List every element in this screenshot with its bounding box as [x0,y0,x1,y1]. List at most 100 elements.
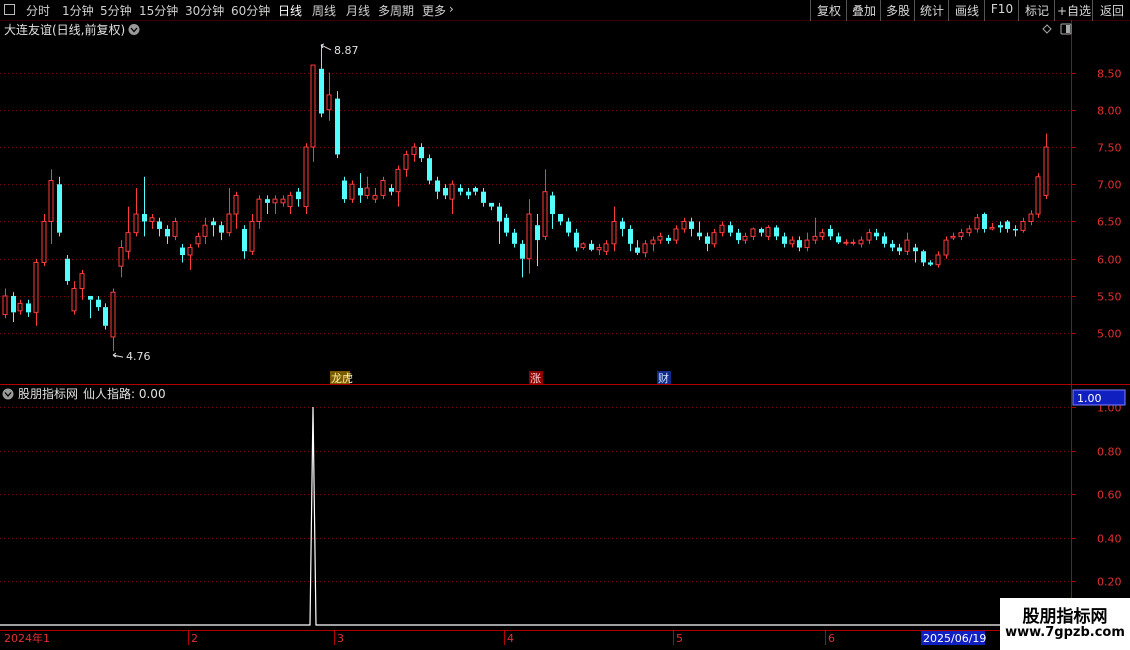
candle [226,187,232,237]
candle [466,187,471,200]
candle [103,303,108,330]
candle [566,217,571,237]
candle [850,239,856,246]
candle [765,225,771,241]
candle [389,184,394,196]
candle [1020,217,1026,233]
candle [804,232,810,252]
high-price-label: 8.87 [334,44,359,57]
indicator-line-label: 仙人指路: 0.00 [83,386,166,401]
candle [149,214,155,229]
candle [88,295,93,319]
marker-cai[interactable]: 财 [657,371,671,385]
candle [742,232,748,244]
candle [133,187,139,237]
candle [504,214,509,237]
candle [358,173,363,203]
candle [79,269,85,300]
low-price-marker: 4.76 [112,350,151,363]
indicator-current-value: 1.00 [1077,392,1102,405]
candle [172,217,178,241]
candle [319,44,324,118]
candle [966,225,972,237]
candle [650,236,656,252]
price-tick-label: 6.50 [1097,216,1122,229]
candle [1035,173,1041,218]
price-tick-label: 5.50 [1097,291,1122,304]
candle [96,295,101,311]
candle [233,191,239,229]
price-tick-label: 8.00 [1097,105,1122,118]
main-chart-title: 大连友谊(日线,前复权) [4,22,125,37]
candle [828,225,833,241]
price-tick-label: 6.00 [1097,254,1122,267]
candle [705,232,710,252]
candle [118,240,124,278]
candle [681,217,687,233]
watermark-url: www.7gpzb.com [1005,625,1125,640]
candle [596,243,602,255]
main-title-dropdown-icon[interactable] [128,24,140,35]
watermark-title: 股朋指标网 [1022,607,1108,627]
candle [642,240,648,258]
candle [326,72,332,121]
indicator-tick-label: 0.20 [1097,576,1122,589]
candle [1013,225,1018,237]
candle [195,232,201,248]
marker-zhang[interactable]: 涨 [529,371,543,385]
candle [928,260,933,267]
candle [866,228,872,244]
candle [395,165,401,207]
candle [673,225,679,244]
candle [819,228,825,241]
candle [897,243,902,255]
marker-cai-label: 财 [658,371,669,385]
candlestick-series [2,44,1049,352]
candle [858,236,864,248]
candle [125,206,131,259]
candle [998,221,1003,233]
candle [489,202,494,211]
candle [380,176,386,200]
candle [165,225,170,244]
marker-longhu-label: 龙虎 [331,372,353,385]
candle [449,180,455,215]
candle [458,184,463,196]
candle [921,249,926,267]
candle [782,232,787,248]
candle [611,206,617,252]
candle [435,176,440,200]
candle [750,227,756,241]
candle [57,176,62,237]
candle [249,214,255,255]
candle [797,236,802,252]
indicator-dropdown-icon[interactable] [2,388,14,400]
candle [265,195,270,215]
candle [574,228,579,252]
candle [372,187,378,203]
candle [512,228,517,248]
candle [558,214,563,226]
candle [950,232,956,241]
price-tick-label: 7.00 [1097,179,1122,192]
main-price-axis: 8.50 8.00 7.50 7.00 6.50 6.00 5.50 5.00 [1097,68,1122,341]
candle [836,232,841,244]
candle [219,221,224,241]
candle [657,232,663,244]
candle [958,228,964,241]
candle [689,217,694,237]
candle [48,169,54,244]
candle [520,240,525,278]
candle [789,236,795,248]
candle [635,240,640,255]
candle [71,281,77,315]
price-tick-label: 8.50 [1097,68,1122,81]
candle [335,91,340,159]
candle [982,212,987,233]
marker-longhu[interactable]: 龙虎 [330,371,353,385]
diamond-icon[interactable] [1042,24,1052,34]
layout-toggle-icon[interactable] [1060,23,1072,35]
marker-zhang-label: 涨 [530,372,541,385]
current-date-label: 2025/06/19 [923,632,986,645]
indicator-axis: 1.000.800.600.400.20 [1097,402,1122,589]
